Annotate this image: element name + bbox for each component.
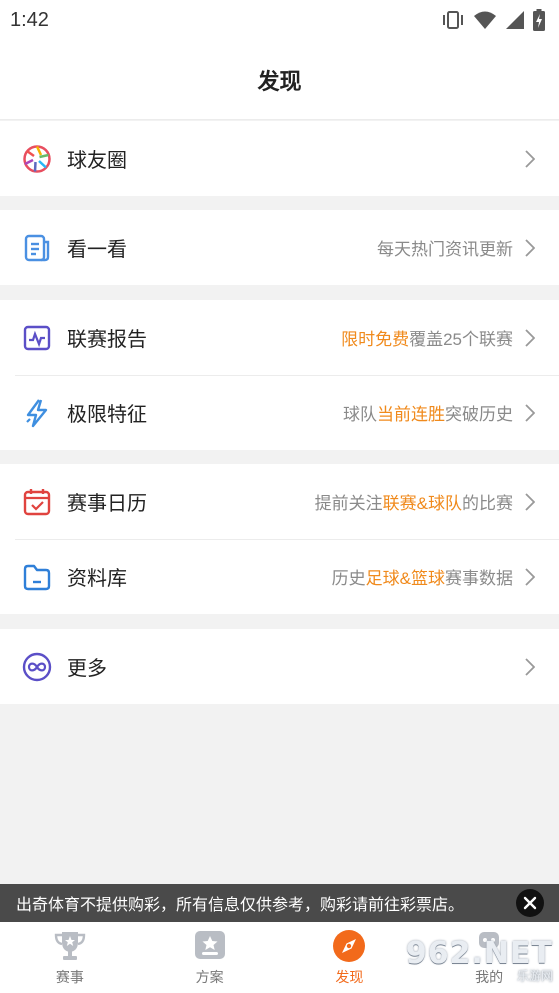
menu-item-extreme-features[interactable]: 极限特征 球队当前连胜突破历史	[0, 375, 559, 450]
chevron-right-icon	[525, 657, 539, 677]
menu-item-label: 球友圈	[67, 150, 127, 172]
tab-label: 赛事	[55, 969, 84, 985]
desc-rest: 覆盖25个联赛	[409, 330, 513, 349]
status-bar: 1:42	[0, 0, 559, 40]
folder-icon	[22, 562, 52, 592]
menu-item-desc: 提前关注联赛&球队的比赛	[315, 489, 513, 514]
infinity-icon	[22, 652, 52, 682]
menu-item-friends-circle[interactable]: 球友圈	[0, 121, 559, 196]
menu-group-data: 赛事日历 提前关注联赛&球队的比赛 资料库 历史足球&篮球赛事数据	[0, 464, 559, 614]
desc-post: 的比赛	[462, 494, 513, 513]
menu-item-label: 赛事日历	[67, 493, 147, 515]
chevron-right-icon	[525, 238, 539, 258]
page-header: 发现	[0, 40, 559, 120]
desc-highlight: 联赛&球队	[382, 494, 462, 513]
menu-item-league-report[interactable]: 联赛报告 限时免费覆盖25个联赛	[0, 300, 559, 375]
menu-item-desc: 限时免费覆盖25个联赛	[341, 325, 513, 350]
menu-item-label: 资料库	[67, 568, 127, 590]
menu-item-more[interactable]: 更多	[0, 629, 559, 704]
menu-item-label: 极限特征	[67, 404, 147, 426]
tab-label: 方案	[195, 969, 224, 985]
menu-group-news: 看一看 每天热门资讯更新	[0, 210, 559, 285]
menu-group-more: 更多	[0, 629, 559, 704]
disclaimer-text: 出奇体育不提供购彩，所有信息仅供参考，购彩请前往彩票店。	[16, 897, 465, 914]
star-card-icon	[191, 928, 229, 964]
desc-post: 赛事数据	[445, 569, 513, 588]
lightning-icon	[22, 398, 52, 428]
desc-highlight: 当前连胜	[377, 405, 445, 424]
menu-item-label: 联赛报告	[67, 329, 147, 351]
menu-item-label: 看一看	[67, 239, 127, 261]
watermark-sub: 乐游网	[516, 969, 553, 983]
tab-label: 发现	[335, 969, 364, 985]
aperture-icon	[22, 144, 52, 174]
watermark-logo: 962.NET 乐游网	[406, 930, 559, 990]
chevron-right-icon	[525, 149, 539, 169]
trophy-icon	[51, 928, 89, 964]
menu-item-database[interactable]: 资料库 历史足球&篮球赛事数据	[0, 539, 559, 614]
tab-discover[interactable]: 发现	[280, 922, 420, 993]
signal-icon	[506, 11, 524, 29]
battery-icon	[533, 9, 545, 31]
desc-highlight: 限时免费	[341, 330, 410, 349]
close-icon[interactable]	[516, 889, 544, 917]
menu-item-label: 更多	[67, 658, 107, 680]
menu-item-desc: 球队当前连胜突破历史	[343, 400, 513, 425]
calendar-icon	[22, 487, 52, 517]
watermark-main: 962.NET	[405, 936, 553, 971]
menu-group-social: 球友圈	[0, 121, 559, 196]
tab-matches[interactable]: 赛事	[0, 922, 140, 993]
menu-item-desc: 每天热门资讯更新	[377, 240, 513, 259]
desc-post: 突破历史	[445, 405, 513, 424]
chevron-right-icon	[525, 403, 539, 423]
wifi-icon	[474, 11, 496, 29]
chevron-right-icon	[525, 492, 539, 512]
desc-pre: 提前关注	[314, 494, 383, 513]
chevron-right-icon	[525, 567, 539, 587]
menu-group-analysis: 联赛报告 限时免费覆盖25个联赛 极限特征 球队当前连胜突破历史	[0, 300, 559, 450]
status-time: 1:42	[10, 8, 49, 31]
status-icons	[441, 9, 545, 31]
desc-pre: 球队	[343, 405, 377, 424]
desc-pre: 历史	[331, 569, 366, 588]
pulse-chart-icon	[22, 323, 52, 353]
compass-icon	[330, 928, 368, 964]
chevron-right-icon	[525, 328, 539, 348]
menu-item-browse[interactable]: 看一看 每天热门资讯更新	[0, 210, 559, 285]
vibrate-icon	[443, 11, 463, 29]
menu-item-match-calendar[interactable]: 赛事日历 提前关注联赛&球队的比赛	[0, 464, 559, 539]
tab-plans[interactable]: 方案	[140, 922, 280, 993]
disclaimer-bar: 出奇体育不提供购彩，所有信息仅供参考，购彩请前往彩票店。	[0, 884, 559, 922]
menu-item-desc: 历史足球&篮球赛事数据	[332, 564, 513, 589]
desc-highlight: 足球&篮球	[365, 569, 445, 588]
page-title: 发现	[257, 68, 302, 94]
document-icon	[22, 233, 52, 263]
